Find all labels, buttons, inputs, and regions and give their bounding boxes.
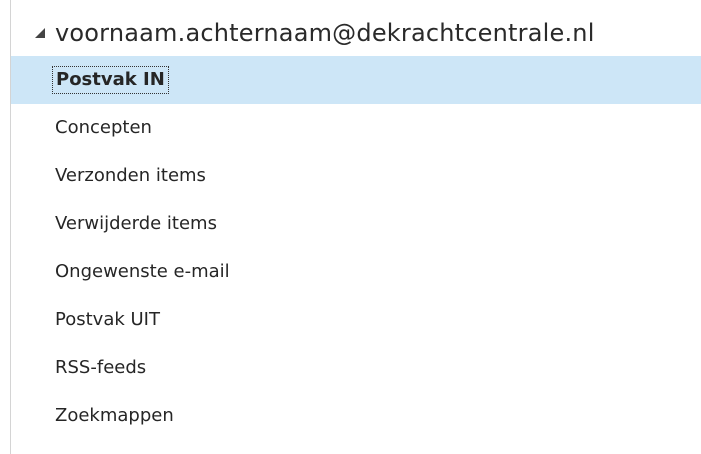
folder-item-verzonden-items[interactable]: Verzonden items — [11, 152, 701, 200]
account-email: voornaam.achternaam@dekrachtcentrale.nl — [55, 19, 595, 47]
account-header[interactable]: voornaam.achternaam@dekrachtcentrale.nl — [11, 10, 701, 56]
folder-label: RSS-feeds — [55, 357, 147, 378]
folder-label: Postvak UIT — [55, 309, 160, 330]
folder-item-zoekmappen[interactable]: Zoekmappen — [11, 392, 701, 440]
collapse-triangle-icon[interactable] — [33, 26, 47, 40]
folder-label: Ongewenste e-mail — [55, 261, 230, 282]
folder-pane: voornaam.achternaam@dekrachtcentrale.nl … — [0, 0, 701, 454]
folder-label: Verzonden items — [55, 165, 206, 186]
folder-item-postvak-uit[interactable]: Postvak UIT — [11, 296, 701, 344]
folder-item-ongewenste-e-mail[interactable]: Ongewenste e-mail — [11, 248, 701, 296]
folder-label: Postvak IN — [52, 66, 169, 94]
folder-item-postvak-in[interactable]: Postvak IN — [11, 56, 701, 104]
folder-item-rss-feeds[interactable]: RSS-feeds — [11, 344, 701, 392]
folder-label: Zoekmappen — [55, 405, 174, 426]
folder-label: Verwijderde items — [55, 213, 217, 234]
folder-item-concepten[interactable]: Concepten — [11, 104, 701, 152]
folder-item-verwijderde-items[interactable]: Verwijderde items — [11, 200, 701, 248]
folder-list: Postvak IN Concepten Verzonden items Ver… — [11, 56, 701, 440]
folder-label: Concepten — [55, 117, 152, 138]
